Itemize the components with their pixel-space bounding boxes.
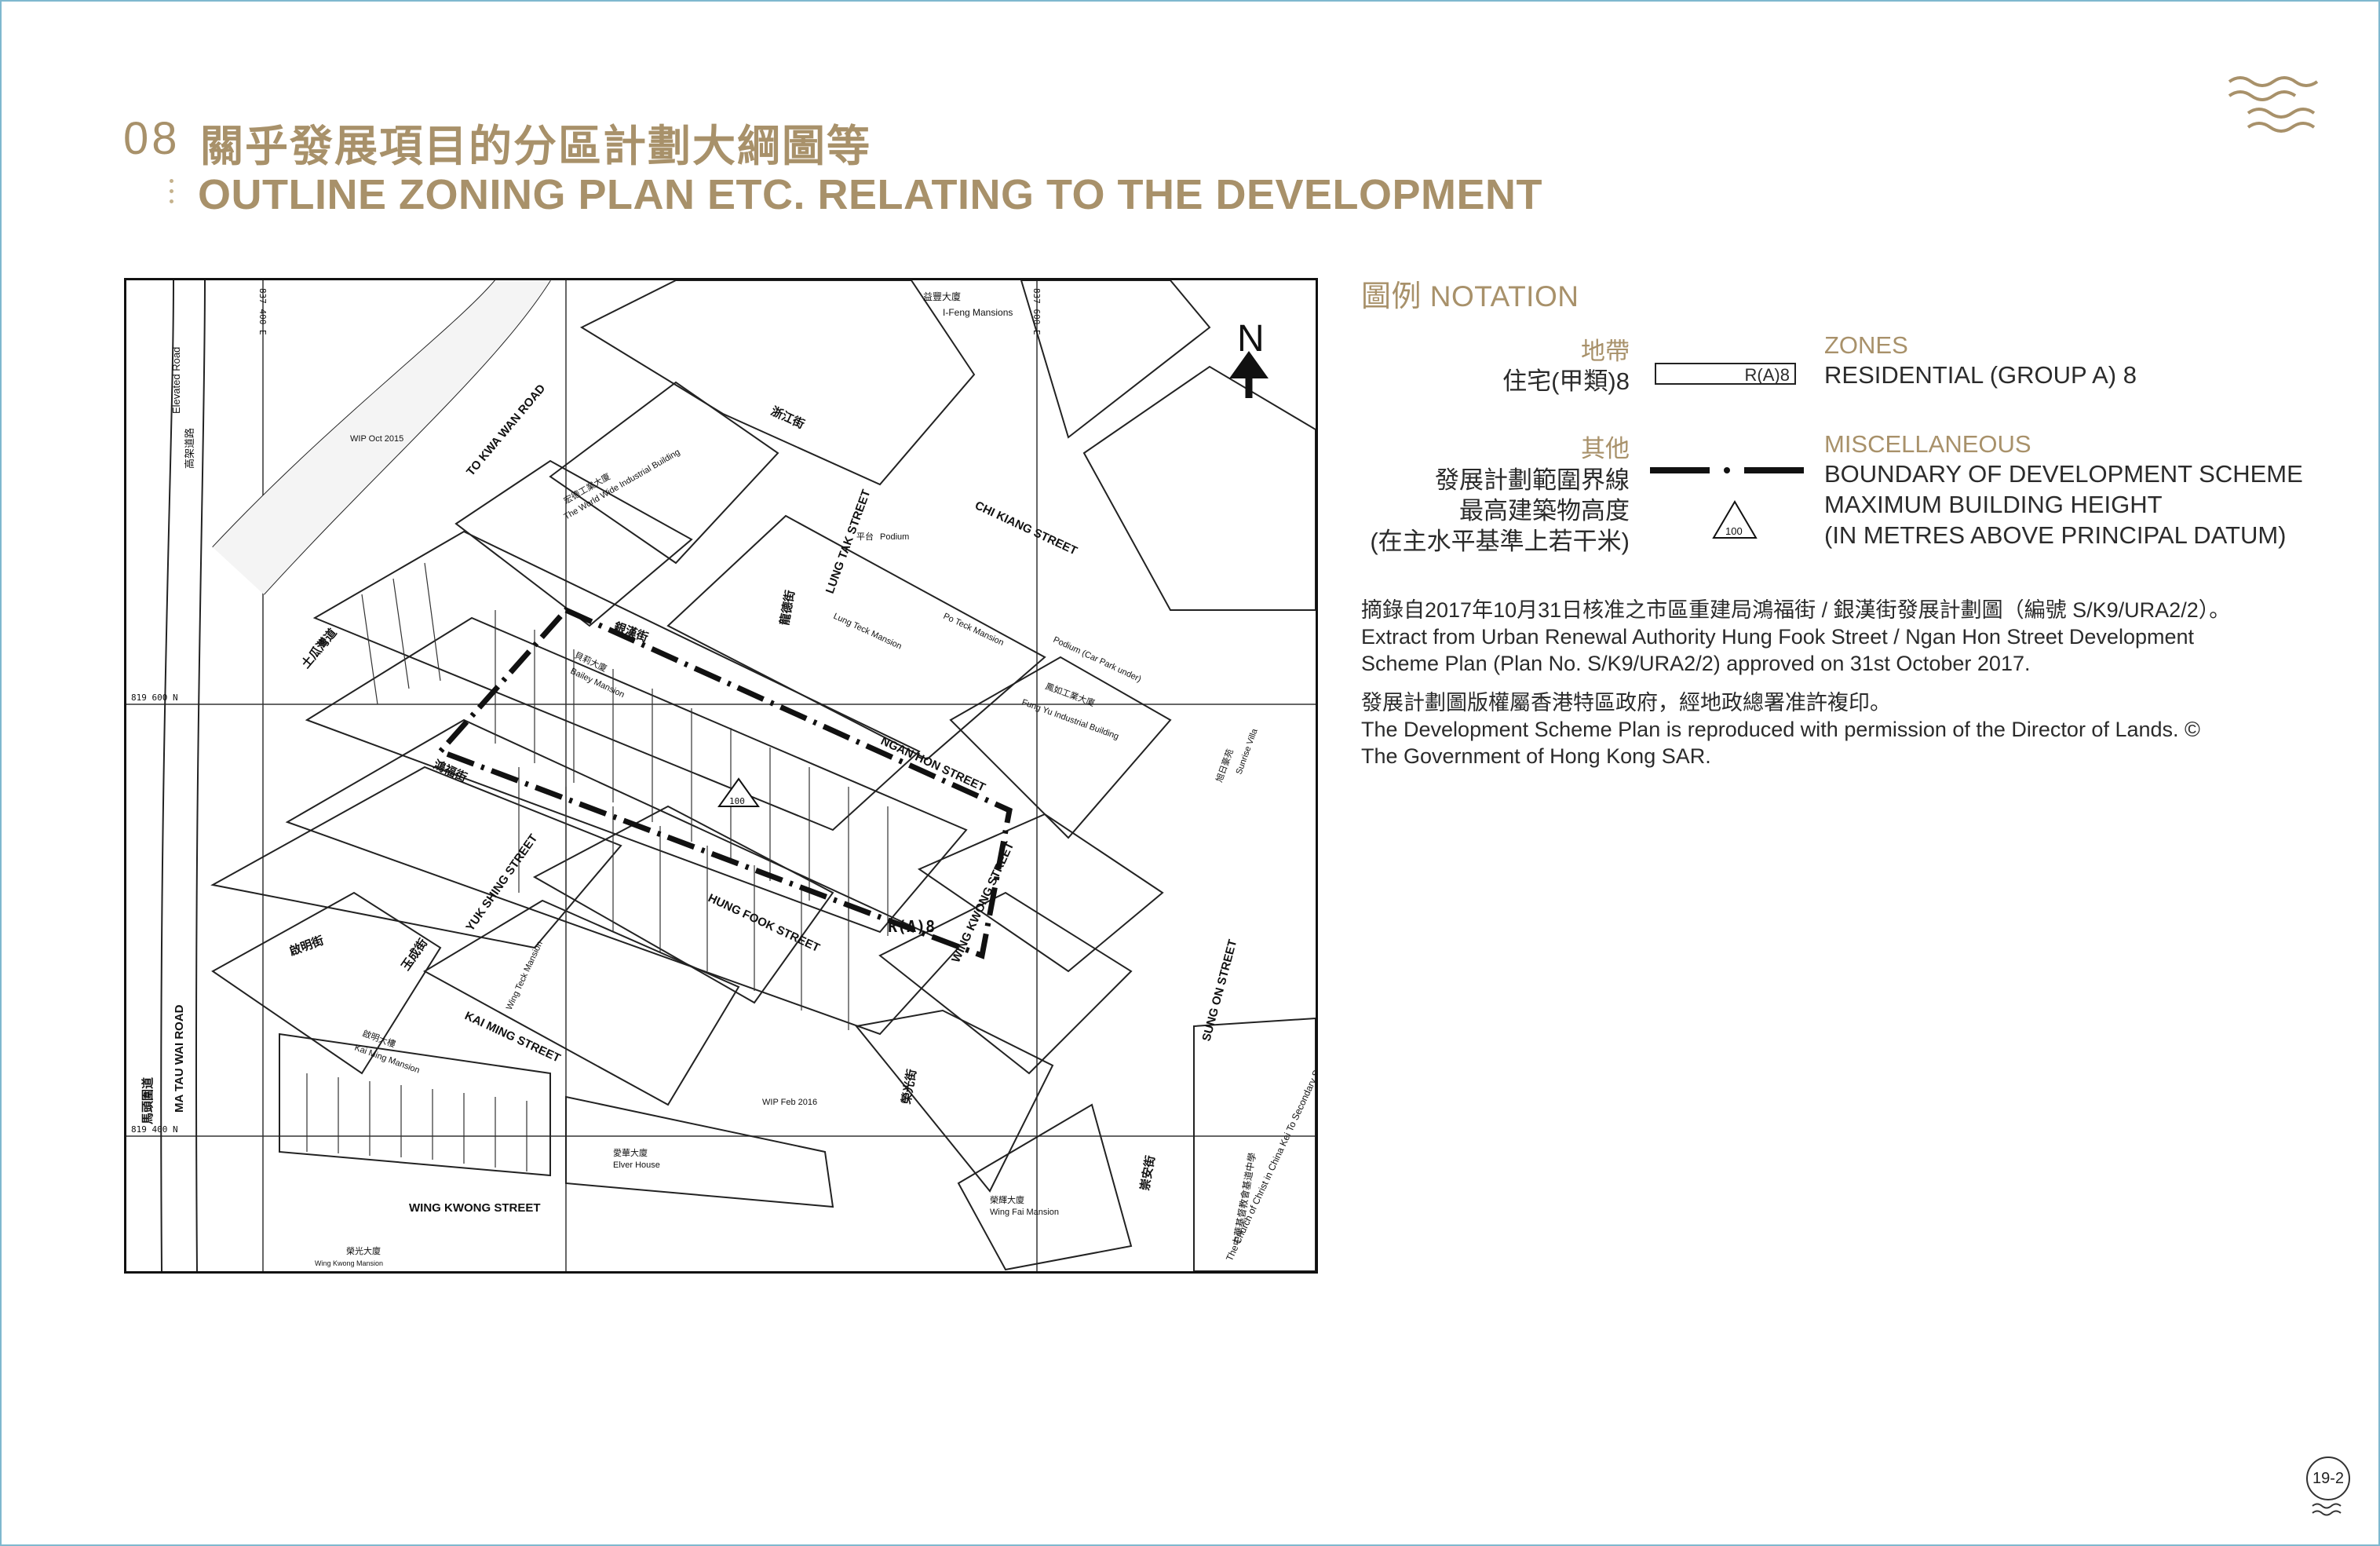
map-zone-label: R(A)8: [888, 917, 935, 936]
map-label-yuk-shing-street-zh: 玉成街: [399, 936, 431, 973]
map-label-ngan-hon-street: NGAN HON STREET: [878, 734, 987, 795]
map-label-podium-zh: 平台: [856, 531, 874, 542]
legend-misc-en: MISCELLANEOUS: [1824, 430, 2031, 458]
map-label-ma-tau-wai-road: MA TAU WAI ROAD: [173, 1004, 186, 1113]
legend-height-en: MAXIMUM BUILDING HEIGHT: [1824, 491, 2163, 518]
notation-heading-zh: 圖例: [1361, 280, 1422, 313]
map-label-to-kwa-wan-road-zh: 土瓜灣道: [298, 626, 339, 671]
map-label-sung-on-street: SUNG ON STREET: [1199, 938, 1239, 1043]
legend-datum-en: (IN METRES ABOVE PRINCIPAL DATUM): [1824, 521, 2287, 549]
legend-boundary-en: BOUNDARY OF DEVELOPMENT SCHEME: [1824, 460, 2303, 488]
map-label-wing-fai-zh: 榮輝大廈: [990, 1194, 1024, 1205]
height-triangle-icon: 100: [1712, 500, 1758, 539]
map-height-label: 100: [729, 796, 745, 806]
page-number: 19-2: [2306, 1456, 2350, 1500]
note-copyright-en-1: The Development Scheme Plan is reproduce…: [1361, 718, 2200, 741]
note-copyright-zh: 發展計劃圖版權屬香港特區政府，經地政總署准許複印。: [1361, 691, 1891, 715]
grid-label-837400e: 837 400 E: [257, 288, 268, 335]
legend-misc-zh: 其他: [1581, 435, 1630, 462]
map-label-elevated-road: Elevated Road: [170, 347, 182, 414]
map-label-lung-tak-street-zh: 龍德街: [777, 589, 798, 626]
map-label-kai-ming-street-zh: 啟明街: [287, 933, 325, 958]
legend-zones-en: ZONES: [1824, 331, 1908, 359]
map-label-sunrise-villa-zh: 旭日豪苑: [1214, 747, 1236, 784]
map-label-elevated-road-zh: 高架道路: [184, 428, 195, 469]
map-label-sung-on-street-zh: 崇安街: [1137, 1154, 1158, 1191]
boundary-line-icon: [1650, 467, 1804, 473]
map-label-to-kwa-wan-road: TO KWA WAN ROAD: [464, 382, 548, 478]
zoning-plan-map: 100 R(A)8 N 837 400 E 837 600 E 819 600 …: [124, 278, 1318, 1274]
map-label-chi-kiang-street-zh: 浙江街: [768, 404, 806, 431]
map-label-i-feng-zh: 益豐大廈: [923, 291, 961, 302]
map-label-yuk-shing-street: YUK SHING STREET: [463, 831, 540, 934]
grid-label-819400n: 819 400 N: [131, 1124, 178, 1135]
map-label-podium: Podium: [880, 532, 909, 542]
map-label-elver-house: Elver House: [613, 1160, 660, 1170]
map-label-wing-kwong-mansion: Wing Kwong Mansion: [315, 1259, 383, 1267]
note-extract-en-2: Scheme Plan (Plan No. S/K9/URA2/2) appro…: [1361, 652, 2031, 675]
section-number: 08: [123, 113, 181, 164]
page-wave-icon: [2312, 1503, 2342, 1516]
map-label-hung-fook-street: HUNG FOOK STREET: [706, 891, 822, 955]
notation-heading-en: NOTATION: [1429, 280, 1579, 312]
map-label-wip-2015: WIP Oct 2015: [350, 434, 403, 444]
legend-residential-zh: 住宅(甲類)8: [1502, 367, 1630, 395]
grid-label-837600e: 837 600 E: [1031, 288, 1042, 335]
page-title-en: OUTLINE ZONING PLAN ETC. RELATING TO THE…: [198, 171, 1543, 218]
grid-label-819600n: 819 600 N: [131, 693, 178, 703]
map-label-wing-fai: Wing Fai Mansion: [990, 1208, 1059, 1217]
note-extract-en-1: Extract from Urban Renewal Authority Hun…: [1361, 625, 2195, 649]
map-label-sunrise-villa: Sunrise Villa: [1235, 727, 1260, 776]
map-label-world-wide: The World Wide Industrial Building: [563, 448, 682, 522]
map-label-chi-kiang-street: CHI KIANG STREET: [973, 499, 1079, 557]
legend-datum-zh: (在主水平基準上若干米): [1370, 528, 1630, 555]
note-copyright-en-2: The Government of Hong Kong SAR.: [1361, 744, 1711, 768]
wave-ornament-icon: [2228, 76, 2319, 133]
legend-residential-en: RESIDENTIAL (GROUP A) 8: [1824, 361, 2137, 389]
note-extract-zh: 摘錄自2017年10月31日核准之市區重建局鴻福街 / 銀漢街發展計劃圖（編號 …: [1361, 598, 2231, 622]
map-label-i-feng: I-Feng Mansions: [943, 307, 1013, 318]
map-label-wing-teck: Wing Teck Mansion: [505, 940, 545, 1011]
map-label-ma-tau-wai-road-zh: 馬頭圍道: [141, 1077, 155, 1124]
map-label-lung-teck: Lung Teck Mansion: [832, 612, 903, 652]
title-dots: [170, 179, 174, 207]
map-label-wing-kwong-street: WING KWONG STREET: [409, 1201, 541, 1215]
notation-heading: 圖例 NOTATION: [1361, 272, 1579, 315]
map-north-label: N: [1237, 318, 1265, 360]
legend-residential-symbol: R(A)8: [1655, 363, 1796, 385]
map-label-kai-ming-street: KAI MING STREET: [462, 1009, 562, 1065]
legend-height-symbol: 100: [1725, 525, 1743, 537]
map-label-wing-kwong-mansion-zh: 榮光大廈: [346, 1245, 381, 1256]
page-title-zh: 關乎發展項目的分區計劃大綱圖等: [200, 122, 872, 170]
map-label-wip-2016: WIP Feb 2016: [762, 1098, 817, 1107]
map-label-elver-house-zh: 愛華大廈: [613, 1147, 648, 1158]
